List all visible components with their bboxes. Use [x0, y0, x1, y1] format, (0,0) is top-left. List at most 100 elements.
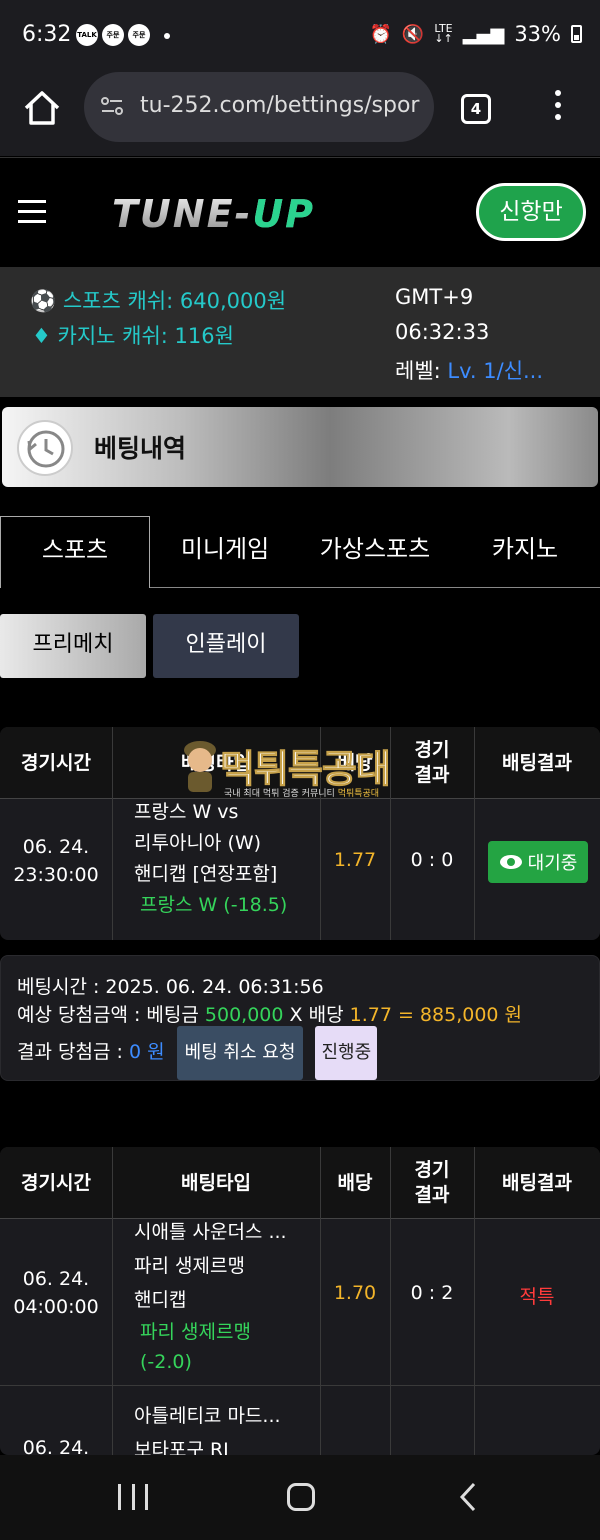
- status-time: 6:32: [22, 22, 72, 47]
- bet-detail-panel: 베팅시간 : 2025. 06. 24. 06:31:56 예상 당첨금액 : …: [0, 955, 600, 1081]
- back-icon[interactable]: [458, 1481, 478, 1513]
- result-row: 결과 당첨금 : 0 원 베팅 취소 요청 진행중: [17, 1026, 378, 1080]
- tab-casino[interactable]: 카지노: [450, 516, 600, 586]
- col-game-time: 경기시간: [21, 1171, 91, 1194]
- bet-pick: 프랑스 W (-18.5): [140, 894, 288, 916]
- expected-payout: 예상 당첨금액 : 베팅금 500,000 X 배당 1.77 = 885,00…: [17, 1004, 523, 1026]
- tab-switcher-button[interactable]: 4: [461, 94, 491, 124]
- status-icons: ⏰ 🔇 LTE ↓↑ ▂▄▆ 33%: [369, 22, 582, 46]
- game-time: 23:30:00: [13, 864, 99, 886]
- market-type: 핸디캡: [134, 1289, 187, 1311]
- browser-menu-icon[interactable]: [552, 90, 564, 126]
- order-notification-icon: 주문: [102, 24, 124, 46]
- bet-card: 경기시간 배팅타입 배당 경기 결과 배팅결과 06. 24. 04:00:00…: [0, 1147, 600, 1455]
- watermark-subtitle: 국내 최대 먹튀 검증 커뮤니티 먹튀특공대: [224, 789, 380, 799]
- tab-minigame[interactable]: 미니게임: [150, 516, 300, 586]
- col-bet-result: 배팅결과: [502, 1171, 572, 1194]
- alarm-icon: ⏰: [369, 23, 392, 45]
- diamond-icon: ♦: [32, 324, 51, 348]
- match-line: 시애틀 사운더스 ...: [134, 1221, 287, 1243]
- kakaotalk-notification-icon: TALK: [76, 24, 98, 46]
- game-score: 0 : 2: [410, 1282, 454, 1304]
- watermark-title: 먹튀특공대: [220, 747, 392, 792]
- mute-icon: 🔇: [401, 23, 425, 45]
- site-header: TUNE-UP 신항만: [0, 157, 600, 267]
- casino-cash-row: ♦ 카지노 캐쉬: 116원: [32, 320, 234, 350]
- home-button-icon[interactable]: [287, 1483, 315, 1511]
- site-logo[interactable]: TUNE-UP: [112, 192, 315, 236]
- logo-text: TUNE-: [112, 192, 253, 236]
- soccer-ball-icon: ⚽: [30, 289, 57, 313]
- watermark: 먹튀특공대 국내 최대 먹튀 검증 커뮤니티 먹튀특공대: [180, 738, 430, 800]
- bet-pick: 파리 생제르맹: [140, 1321, 251, 1343]
- bet-pick-line: (-2.0): [140, 1351, 192, 1373]
- sports-cash-row: ⚽ 스포츠 캐쉬: 640,000원: [30, 285, 286, 315]
- game-score: 0 : 0: [410, 849, 454, 871]
- match-line: 프랑스 W vs: [134, 801, 239, 823]
- market-type: 핸디캡 [연장포함]: [134, 863, 278, 885]
- odds-value: 1.77: [333, 849, 377, 871]
- url-text[interactable]: tu-252.com/bettings/spor: [140, 93, 424, 118]
- bet-time: 베팅시간 : 2025. 06. 24. 06:31:56: [17, 976, 324, 998]
- game-date: 06. 24.: [22, 1268, 90, 1290]
- subtab-prematch[interactable]: 프리메치: [0, 614, 146, 678]
- tab-virtual-sports[interactable]: 가상스포츠: [300, 516, 450, 586]
- section-header: 베팅내역: [2, 407, 598, 487]
- cancel-bet-button[interactable]: 베팅 취소 요청: [176, 1026, 304, 1080]
- game-time: 04:00:00: [13, 1296, 99, 1318]
- col-game-result: 경기 결과: [414, 1159, 450, 1206]
- lte-icon: LTE ↓↑: [434, 22, 453, 45]
- sports-cash: 스포츠 캐쉬: 640,000원: [62, 289, 287, 313]
- user-button[interactable]: 신항만: [476, 183, 586, 241]
- level-label: 레벨:: [395, 359, 441, 383]
- system-nav-bar: [0, 1455, 600, 1540]
- odds-amount: 1.77: [349, 1004, 392, 1026]
- address-bar[interactable]: tu-252.com/bettings/spor: [84, 72, 434, 142]
- browser-toolbar: tu-252.com/bettings/spor 4: [0, 72, 600, 156]
- col-game-time: 경기시간: [21, 751, 91, 774]
- bet-type-cell: 프랑스 W vs 리투아니아 (W) 핸디캡 [연장포함] 프랑스 W (-18…: [134, 797, 320, 921]
- section-title: 베팅내역: [94, 434, 187, 463]
- hamburger-menu-icon[interactable]: [18, 200, 46, 224]
- order-notification-icon: 주문: [128, 24, 150, 46]
- odds-value: 1.70: [333, 1282, 377, 1304]
- timezone: GMT+9: [395, 285, 474, 309]
- in-progress-badge: 진행중: [315, 1026, 378, 1080]
- bet-type-cell: 아틀레티코 마드... 보타포구 RJ: [134, 1399, 320, 1455]
- account-info-panel: ⚽ 스포츠 캐쉬: 640,000원 ♦ 카지노 캐쉬: 116원 GMT+9 …: [0, 267, 600, 397]
- pending-status-button[interactable]: 대기중: [488, 841, 588, 883]
- level-value[interactable]: Lv. 1/신...: [447, 359, 543, 383]
- game-datetime: 06. 24. 04:00:00: [0, 1265, 112, 1321]
- more-notifications-dot: [164, 33, 170, 39]
- casino-cash: 카지노 캐쉬: 116원: [57, 324, 234, 348]
- current-time: 06:32:33: [395, 320, 490, 344]
- bet-result-status: 적특: [519, 1286, 555, 1308]
- result-amount: 0 원: [128, 1041, 165, 1063]
- home-icon[interactable]: [22, 88, 62, 128]
- game-datetime: 06. 24. 23:30:00: [0, 833, 112, 889]
- category-tabs: 스포츠 미니게임 가상스포츠 카지노: [0, 516, 600, 588]
- subtab-inplay[interactable]: 인플레이: [153, 614, 299, 678]
- history-clock-icon: [17, 420, 73, 476]
- bet-type-cell: 시애틀 사운더스 ... 파리 생제르맹 핸디캡 파리 생제르맹 (-2.0): [134, 1215, 320, 1377]
- match-line: 아틀레티코 마드...: [134, 1405, 281, 1427]
- tab-sports[interactable]: 스포츠: [0, 516, 150, 588]
- col-odds: 배당: [337, 1171, 373, 1194]
- payout-amount: = 885,000 원: [397, 1004, 523, 1026]
- signal-icon: ▂▄▆: [462, 23, 505, 45]
- match-line: 파리 생제르맹: [134, 1255, 245, 1277]
- col-bet-result: 배팅결과: [502, 751, 572, 774]
- battery-icon: [571, 25, 582, 43]
- status-label: 대기중: [527, 853, 578, 874]
- table-header: 경기시간 배팅타입 배당 경기 결과 배팅결과: [0, 1147, 600, 1219]
- logo-accent: UP: [252, 192, 316, 236]
- level-row: 레벨: Lv. 1/신...: [395, 355, 543, 385]
- eye-icon: [499, 855, 522, 869]
- recent-apps-icon[interactable]: [118, 1484, 148, 1510]
- battery-percent: 33%: [514, 22, 561, 46]
- stake-amount: 500,000: [204, 1004, 284, 1026]
- site-settings-icon[interactable]: [100, 96, 124, 116]
- col-bet-type: 배팅타입: [181, 1171, 251, 1194]
- match-line: 리투아니아 (W): [134, 832, 262, 854]
- status-bar: 6:32 TALK 주문 주문 ⏰ 🔇 LTE ↓↑ ▂▄▆ 33%: [0, 0, 600, 72]
